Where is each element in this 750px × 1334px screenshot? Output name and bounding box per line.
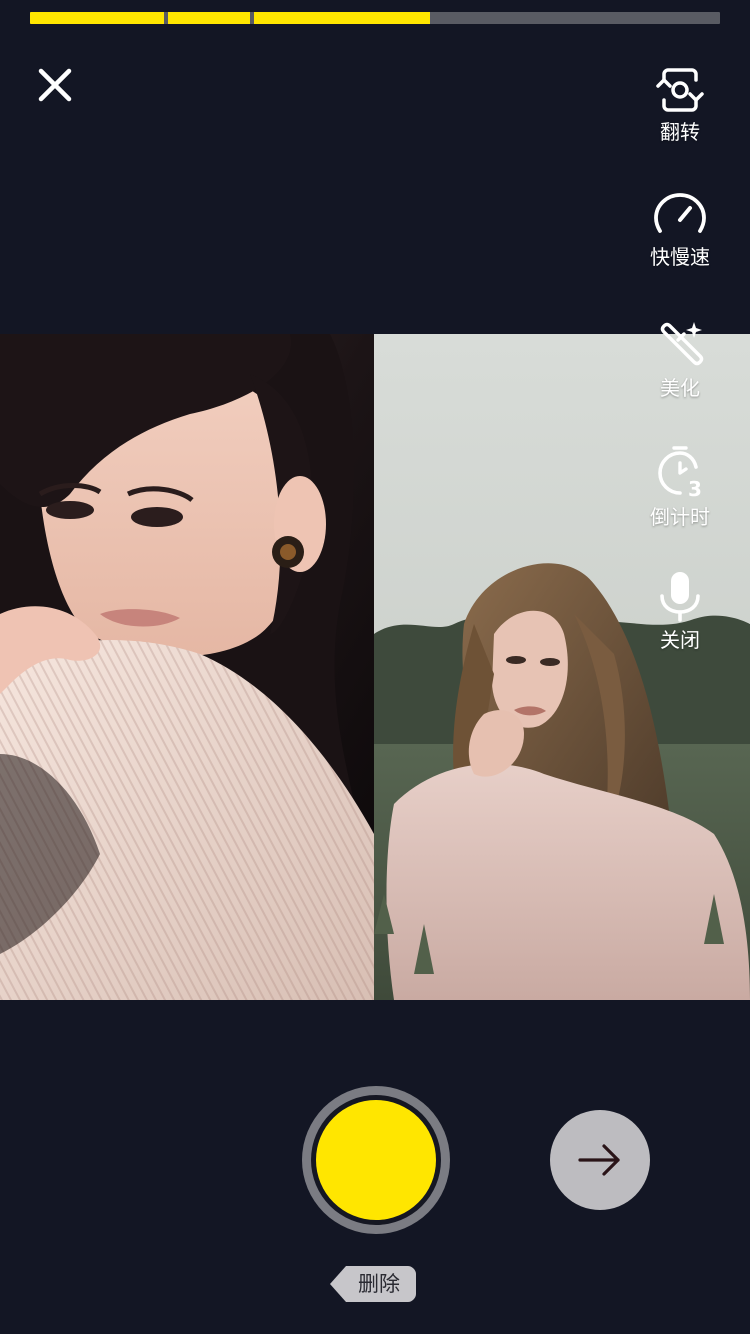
microphone-icon [660,572,700,622]
flip-camera-label: 翻转 [660,120,700,144]
magic-wand-icon [660,322,704,366]
progress-segment [254,12,430,24]
timer-icon: 3 [658,446,702,499]
delete-label: 删除 [358,1272,400,1296]
progress-segment [30,12,164,24]
close-button[interactable] [34,64,76,106]
flip-camera-button[interactable]: 翻转 [640,66,720,144]
speed-label: 快慢速 [650,245,710,269]
next-button[interactable] [550,1110,650,1210]
mic-button[interactable]: 关闭 [640,570,720,652]
left-portrait-image [0,334,374,1000]
recording-progress-bar [30,12,720,24]
speed-button[interactable]: 快慢速 [640,193,720,269]
timer-button[interactable]: 3 倒计时 [640,445,720,529]
right-video-preview[interactable] [374,334,750,1000]
beautify-label: 美化 [660,376,700,400]
close-icon [38,68,72,102]
record-button-core [316,1100,436,1220]
delete-segment-button[interactable]: 删除 [328,1264,416,1304]
speedometer-icon [654,193,706,233]
camera-screen: 翻转 快慢速 美化 3 倒计时 关闭 删除 [0,0,750,1334]
mic-label: 关闭 [660,628,700,652]
beautify-button[interactable]: 美化 [640,320,720,400]
record-button[interactable] [302,1086,450,1234]
svg-text:3: 3 [688,477,702,499]
arrow-right-icon [578,1144,620,1176]
flip-camera-icon [656,68,704,112]
left-video-preview[interactable] [0,334,374,1000]
split-camera-preview [0,334,750,1000]
progress-segment [168,12,250,24]
right-portrait-image [374,334,750,1000]
timer-label: 倒计时 [650,505,710,529]
